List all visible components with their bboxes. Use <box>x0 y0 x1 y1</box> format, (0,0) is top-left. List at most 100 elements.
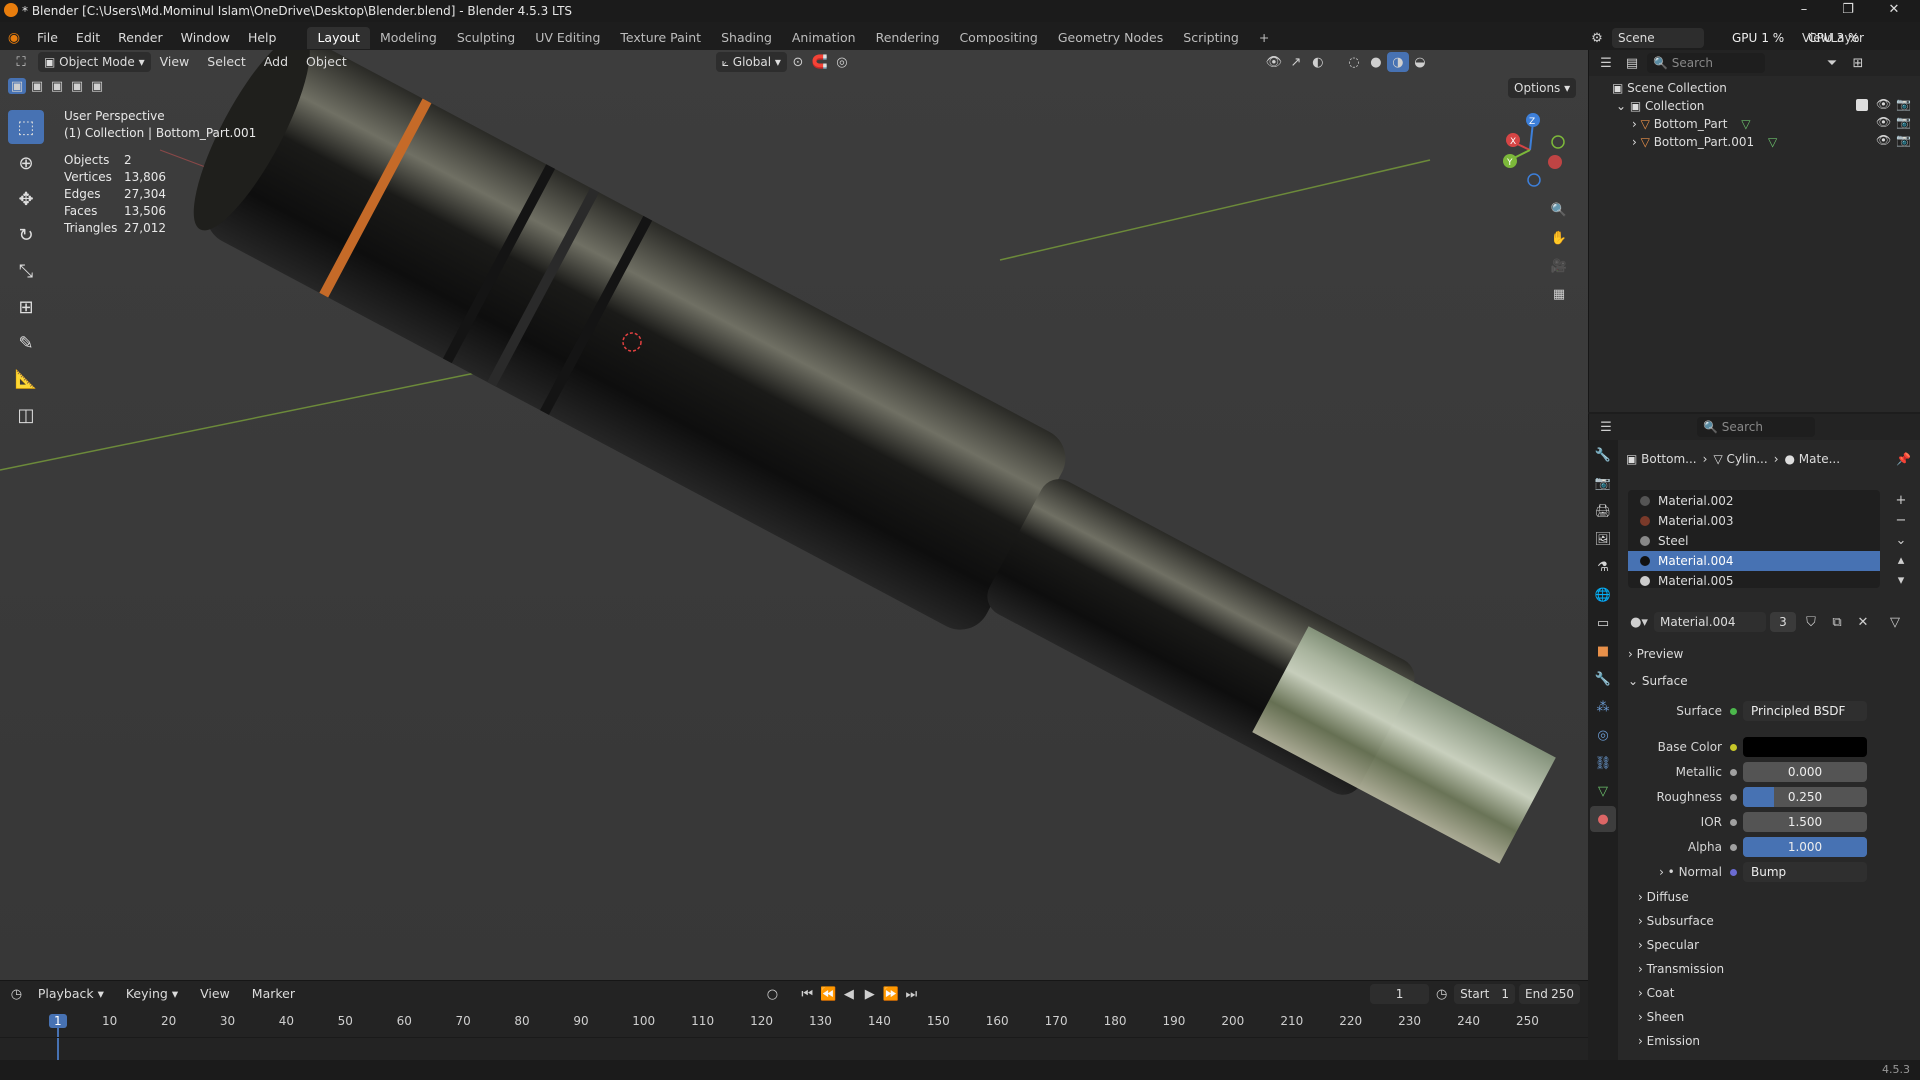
slot-specials-icon[interactable]: ⌄ <box>1890 530 1912 550</box>
tab-animation[interactable]: Animation <box>782 27 866 49</box>
tab-sculpting[interactable]: Sculpting <box>447 27 525 49</box>
ior-field[interactable]: 1.500 <box>1743 812 1867 832</box>
menu-select[interactable]: Select <box>198 51 255 73</box>
remove-slot-icon[interactable]: − <box>1890 510 1912 530</box>
collection-tab-icon[interactable]: ▭ <box>1590 610 1616 636</box>
maximize-icon[interactable]: ❐ <box>1838 1 1858 19</box>
camera-render-icon[interactable]: 📷 <box>1896 97 1911 111</box>
specular-subpanel[interactable]: › Specular <box>1638 935 1699 955</box>
outliner-search-input[interactable]: 🔍 Search <box>1647 53 1765 73</box>
measure-tool-icon[interactable]: 📐 <box>8 362 44 396</box>
particles-tab-icon[interactable]: ⁂ <box>1590 694 1616 720</box>
timeline-editor-icon[interactable]: ◷ <box>8 984 25 1004</box>
jump-keyframe-back-icon[interactable]: ⏪ <box>820 984 837 1004</box>
properties-search-input[interactable]: 🔍 Search <box>1697 417 1815 437</box>
visibility-icon[interactable]: 👁 <box>1263 52 1285 72</box>
surface-shader-selector[interactable]: Principled BSDF <box>1743 701 1867 721</box>
tool-tab-icon[interactable]: 🔧 <box>1590 442 1616 468</box>
outliner-editor-icon[interactable]: ☰ <box>1595 53 1617 73</box>
end-frame-field[interactable]: End 250 <box>1519 984 1580 1004</box>
constraints-tab-icon[interactable]: ⛓ <box>1590 750 1616 776</box>
breadcrumb-object[interactable]: ▣ Bottom... <box>1626 452 1697 466</box>
roughness-slider[interactable]: 0.250 <box>1743 787 1867 807</box>
transmission-subpanel[interactable]: › Transmission <box>1638 959 1724 979</box>
tab-uv-editing[interactable]: UV Editing <box>525 27 610 49</box>
grid-perspective-icon[interactable]: ▦ <box>1548 284 1570 304</box>
properties-editor-icon[interactable]: ☰ <box>1595 417 1617 437</box>
output-tab-icon[interactable]: 🖨 <box>1590 498 1616 524</box>
menu-timeline-view[interactable]: View <box>191 983 239 1005</box>
overlay-icon[interactable]: ◐ <box>1307 52 1329 72</box>
proportional-edit-icon[interactable]: ◎ <box>831 52 853 72</box>
pan-hand-icon[interactable]: ✋ <box>1548 228 1570 248</box>
move-down-icon[interactable]: ▾ <box>1890 570 1912 590</box>
play-icon[interactable]: ▶ <box>861 984 878 1004</box>
material-browse-icon[interactable]: ●▾ <box>1628 612 1650 632</box>
menu-add[interactable]: Add <box>255 51 297 73</box>
solid-shading-icon[interactable]: ● <box>1365 52 1387 72</box>
add-slot-icon[interactable]: + <box>1890 490 1912 510</box>
wireframe-shading-icon[interactable]: ◌ <box>1343 52 1365 72</box>
move-up-icon[interactable]: ▴ <box>1890 550 1912 570</box>
list-item[interactable]: Material.002 <box>1628 491 1880 511</box>
cursor-tool-icon[interactable]: ⊕ <box>8 146 44 180</box>
collection-row[interactable]: ⌄ ▣ Collection <box>1616 97 1704 115</box>
material-users-count[interactable]: 3 <box>1770 612 1796 632</box>
base-color-swatch[interactable] <box>1743 737 1867 757</box>
tab-texture-paint[interactable]: Texture Paint <box>610 27 711 49</box>
select-box-tool-icon[interactable]: ⬚ <box>8 110 44 144</box>
tab-geometry-nodes[interactable]: Geometry Nodes <box>1048 27 1173 49</box>
scene-collection-row[interactable]: ▣ Scene Collection <box>1612 79 1727 97</box>
eye-icon[interactable]: 👁 <box>1876 133 1891 147</box>
sheen-subpanel[interactable]: › Sheen <box>1638 1007 1684 1027</box>
object-tab-icon[interactable]: ■ <box>1590 638 1616 664</box>
alpha-slider[interactable]: 1.000 <box>1743 837 1867 857</box>
rendered-shading-icon[interactable]: ◒ <box>1409 52 1431 72</box>
collection-checkbox[interactable] <box>1856 99 1868 111</box>
jump-end-icon[interactable]: ⏭ <box>903 984 920 1004</box>
transform-tool-icon[interactable]: ⊞ <box>8 290 44 324</box>
pin-icon[interactable]: 📌 <box>1896 452 1911 466</box>
annotate-tool-icon[interactable]: ✎ <box>8 326 44 360</box>
zoom-icon[interactable]: 🔍 <box>1548 200 1570 220</box>
add-cube-tool-icon[interactable]: ◫ <box>8 398 44 432</box>
minimize-icon[interactable]: – <box>1794 1 1814 19</box>
render-tab-icon[interactable]: 📷 <box>1590 470 1616 496</box>
move-tool-icon[interactable]: ✥ <box>8 182 44 216</box>
list-item[interactable]: Material.003 <box>1628 511 1880 531</box>
tab-rendering[interactable]: Rendering <box>866 27 950 49</box>
blender-menu-icon[interactable]: ◉ <box>0 30 28 46</box>
editor-type-icon[interactable]: ⛶ <box>10 52 32 72</box>
material-tab-icon[interactable]: ● <box>1590 806 1616 832</box>
metallic-slider[interactable]: 0.000 <box>1743 762 1867 782</box>
rotate-tool-icon[interactable]: ↻ <box>8 218 44 252</box>
select-intersect-icon[interactable]: ▣ <box>88 78 106 94</box>
outliner-item-bottom-part[interactable]: › ▽ Bottom_Part ▽ <box>1632 115 1750 133</box>
breadcrumb-material[interactable]: ● Mate... <box>1785 452 1841 466</box>
material-shading-icon[interactable]: ◑ <box>1386 52 1409 72</box>
camera-render-icon[interactable]: 📷 <box>1896 115 1911 129</box>
gizmo-toggle-icon[interactable]: ↗ <box>1285 52 1307 72</box>
menu-view[interactable]: View <box>151 51 199 73</box>
list-item[interactable]: Material.004 <box>1628 551 1880 571</box>
breadcrumb-mesh[interactable]: ▽ Cylin... <box>1713 452 1767 466</box>
preview-panel-header[interactable]: › Preview <box>1628 644 1683 664</box>
normal-input-selector[interactable]: Bump <box>1743 862 1867 882</box>
auto-keying-icon[interactable]: ○ <box>764 984 781 1004</box>
tab-layout[interactable]: Layout <box>307 27 370 49</box>
eye-icon[interactable]: 👁 <box>1876 115 1891 129</box>
menu-edit[interactable]: Edit <box>67 27 109 49</box>
close-icon[interactable]: ✕ <box>1884 1 1904 19</box>
snap-icon[interactable]: 🧲 <box>809 52 831 72</box>
world-tab-icon[interactable]: 🌐 <box>1590 582 1616 608</box>
emission-subpanel[interactable]: › Emission <box>1638 1031 1700 1051</box>
modifier-tab-icon[interactable]: 🔧 <box>1590 666 1616 692</box>
display-mode-icon[interactable]: ▤ <box>1621 53 1643 73</box>
fake-user-icon[interactable]: ⛉ <box>1800 612 1822 632</box>
menu-playback[interactable]: Playback ▾ <box>29 983 113 1005</box>
surface-panel-header[interactable]: ⌄ Surface <box>1628 671 1688 691</box>
orientation-dropdown[interactable]: ⟀ Global ▾ <box>715 52 787 72</box>
jump-start-icon[interactable]: ⏮ <box>799 984 816 1004</box>
data-tab-icon[interactable]: ▽ <box>1590 778 1616 804</box>
duplicate-material-icon[interactable]: ⧉ <box>1826 612 1848 632</box>
